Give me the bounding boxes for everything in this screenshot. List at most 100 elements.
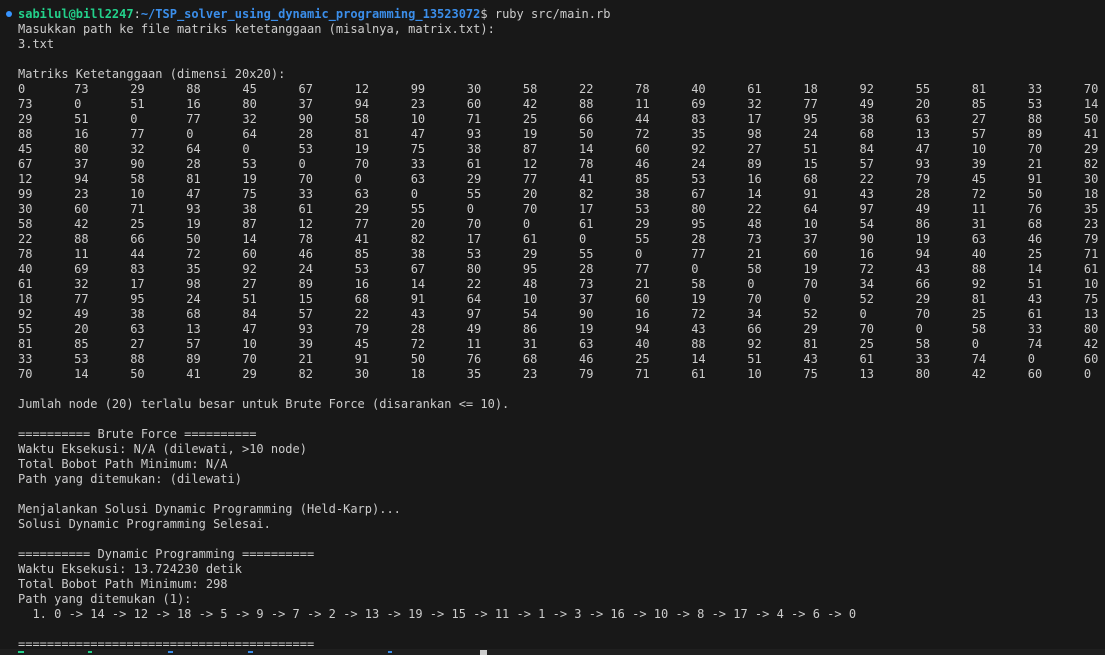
matrix-cell: 84	[859, 142, 874, 156]
matrix-cell: 31	[971, 217, 987, 231]
prompt-separator: :	[133, 7, 141, 21]
matrix-cell: 25	[1027, 247, 1043, 261]
matrix-cell: 53	[298, 142, 313, 156]
matrix-cell: 0	[915, 322, 923, 336]
matrix-cell: 43	[1027, 292, 1043, 306]
matrix-cell: 15	[803, 157, 818, 171]
matrix-cell: 86	[915, 217, 931, 231]
brute-force-time: Waktu Eksekusi: N/A (dilewati, >10 node)	[18, 442, 307, 456]
matrix-cell: 43	[691, 322, 706, 336]
matrix-cell: 99	[18, 187, 33, 201]
matrix-cell: 46	[635, 157, 650, 171]
matrix-cell: 55	[915, 82, 931, 96]
matrix-cell: 44	[635, 112, 650, 126]
matrix-cell: 71	[466, 112, 482, 126]
matrix-cell: 45	[354, 337, 370, 351]
matrix-cell: 94	[74, 172, 89, 186]
matrix-cell: 37	[74, 157, 89, 171]
matrix-cell: 50	[130, 367, 145, 381]
matrix-cell: 74	[971, 352, 987, 366]
matrix-cell: 32	[130, 142, 145, 156]
matrix-cell: 92	[18, 307, 33, 321]
matrix-cell: 14	[242, 232, 257, 246]
matrix-cell: 22	[859, 172, 874, 186]
matrix-cell: 14	[747, 187, 762, 201]
command-status-dot-icon[interactable]	[6, 11, 12, 17]
matrix-cell: 80	[691, 202, 706, 216]
matrix-cell: 19	[915, 232, 931, 246]
matrix-cell: 0	[691, 262, 699, 276]
matrix-cell: 49	[915, 202, 931, 216]
matrix-cell: 60	[1083, 352, 1099, 366]
matrix-cell: 70	[1027, 142, 1043, 156]
matrix-cell: 61	[18, 277, 33, 291]
matrix-cell: 70	[747, 292, 762, 306]
matrix-cell: 33	[410, 157, 426, 171]
top-separator: ========================================…	[18, 0, 314, 6]
matrix-cell: 42	[1083, 337, 1099, 351]
matrix-cell: 49	[466, 322, 482, 336]
matrix-cell: 77	[635, 262, 650, 276]
matrix-cell: 90	[579, 307, 594, 321]
matrix-cell: 29	[130, 82, 145, 96]
matrix-cell: 45	[18, 142, 33, 156]
terminal-window[interactable]: ========================================…	[0, 0, 1105, 655]
matrix-cell: 42	[971, 367, 987, 381]
matrix-cell: 12	[354, 82, 370, 96]
matrix-cell: 91	[410, 292, 426, 306]
matrix-cell: 27	[747, 142, 762, 156]
matrix-cell: 55	[579, 247, 594, 261]
matrix-cell: 38	[859, 112, 874, 126]
matrix-cell: 82	[410, 232, 426, 246]
matrix-cell: 73	[579, 277, 594, 291]
matrix-cell: 63	[579, 337, 594, 351]
matrix-cell: 21	[747, 247, 762, 261]
matrix-cell: 58	[691, 277, 706, 291]
matrix-cell: 81	[354, 127, 370, 141]
matrix-cell: 47	[242, 322, 257, 336]
matrix-cell: 21	[635, 277, 650, 291]
matrix-cell: 14	[691, 352, 706, 366]
matrix-cell: 13	[915, 127, 931, 141]
matrix-cell: 17	[130, 277, 145, 291]
matrix-cell: 41	[186, 367, 201, 381]
matrix-cell: 10	[803, 217, 818, 231]
matrix-cell: 89	[298, 277, 313, 291]
matrix-cell: 88	[579, 97, 594, 111]
matrix-cell: 77	[74, 292, 89, 306]
matrix-cell: 10	[522, 292, 538, 306]
matrix-cell: 91	[1027, 172, 1043, 186]
matrix-cell: 21	[1027, 157, 1043, 171]
matrix-cell: 39	[298, 337, 313, 351]
matrix-cell: 38	[130, 307, 145, 321]
matrix-cell: 24	[691, 157, 706, 171]
matrix-cell: 95	[130, 292, 145, 306]
matrix-cell: 0	[747, 277, 755, 291]
matrix-cell: 71	[130, 202, 145, 216]
matrix-cell: 92	[242, 262, 257, 276]
matrix-cell: 94	[354, 97, 370, 111]
matrix-cell: 75	[242, 187, 257, 201]
matrix-cell: 70	[466, 217, 482, 231]
matrix-cell: 81	[18, 337, 33, 351]
matrix-cell: 38	[466, 142, 482, 156]
matrix-cell: 52	[859, 292, 874, 306]
matrix-cell: 66	[915, 277, 931, 291]
dp-done-text: Solusi Dynamic Programming Selesai.	[18, 517, 271, 531]
matrix-cell: 89	[747, 157, 762, 171]
matrix-cell: 25	[971, 307, 987, 321]
matrix-cell: 57	[298, 307, 313, 321]
matrix-cell: 58	[130, 172, 145, 186]
terminal-cursor	[480, 650, 487, 655]
matrix-cell: 35	[186, 262, 201, 276]
matrix-cell: 52	[803, 307, 818, 321]
matrix-cell: 10	[130, 187, 145, 201]
matrix-cell: 76	[1027, 202, 1043, 216]
matrix-cell: 81	[971, 292, 987, 306]
matrix-cell: 90	[859, 232, 874, 246]
matrix-cell: 64	[242, 127, 257, 141]
matrix-cell: 28	[186, 157, 201, 171]
matrix-cell: 12	[522, 157, 538, 171]
matrix-cell: 19	[691, 292, 706, 306]
next-prompt-fragments	[18, 651, 488, 655]
